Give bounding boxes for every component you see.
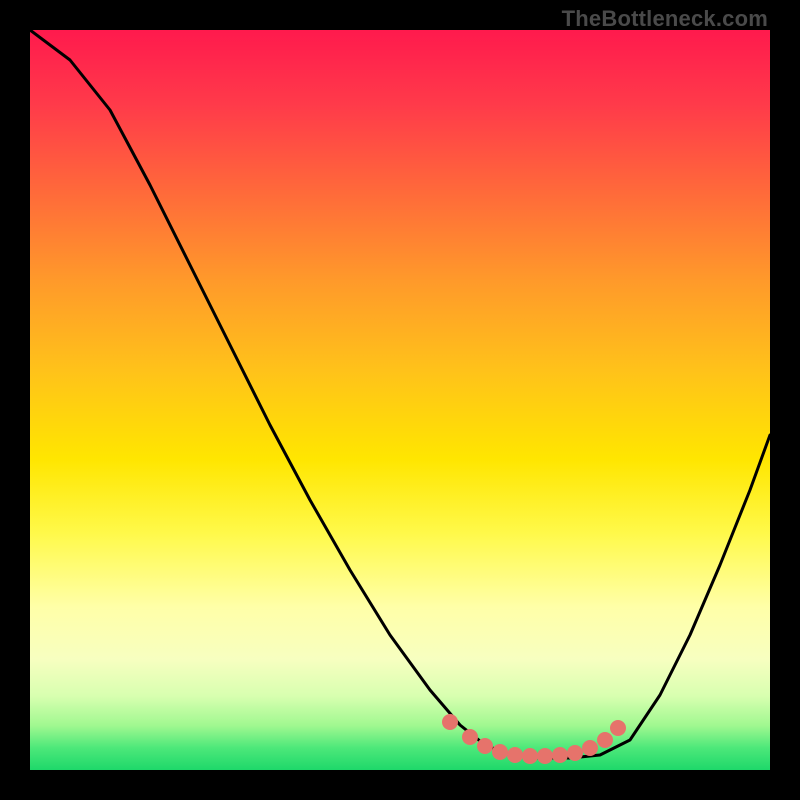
marker-dot (567, 745, 583, 761)
outer-frame: TheBottleneck.com (0, 0, 800, 800)
marker-dot (610, 720, 626, 736)
marker-dot (597, 732, 613, 748)
marker-dot (582, 740, 598, 756)
marker-dot (522, 748, 538, 764)
marker-dot (462, 729, 478, 745)
bottleneck-curve (30, 30, 770, 758)
watermark-text: TheBottleneck.com (562, 6, 768, 32)
marker-dot (552, 747, 568, 763)
marker-dot (442, 714, 458, 730)
marker-dot (477, 738, 493, 754)
plot-area (30, 30, 770, 770)
marker-dot (507, 747, 523, 763)
marker-dot (492, 744, 508, 760)
marker-dot (537, 748, 553, 764)
chart-svg (30, 30, 770, 770)
